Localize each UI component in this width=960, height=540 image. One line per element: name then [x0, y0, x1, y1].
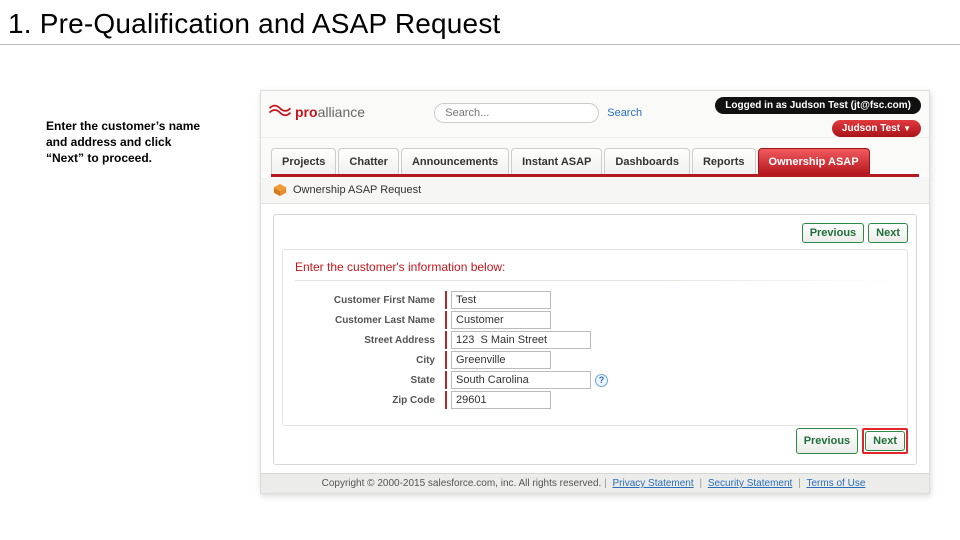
required-bar — [445, 331, 447, 349]
row-zip: Zip Code — [295, 391, 895, 409]
label-city: City — [295, 355, 445, 366]
app-top-bar: proalliance Search Logged in as Judson T… — [261, 91, 929, 137]
required-bar — [445, 391, 447, 409]
user-menu-label: Judson Test — [842, 123, 900, 134]
instruction-text: Enter the customer’s name and address an… — [46, 118, 206, 167]
tab-bar: Projects Chatter Announcements Instant A… — [261, 137, 929, 174]
top-right-group: Logged in as Judson Test (jt@fsc.com) Ju… — [715, 97, 921, 137]
required-bar — [445, 291, 447, 309]
row-first-name: Customer First Name — [295, 291, 895, 309]
next-highlight: Next — [862, 428, 908, 454]
tab-instant-asap[interactable]: Instant ASAP — [511, 148, 602, 174]
row-city: City — [295, 351, 895, 369]
input-first-name[interactable] — [451, 291, 551, 309]
input-street[interactable] — [451, 331, 591, 349]
slide-title: 1. Pre-Qualification and ASAP Request — [0, 0, 960, 45]
form-heading: Enter the customer's information below: — [295, 260, 895, 280]
required-bar — [445, 311, 447, 329]
footer-link-privacy[interactable]: Privacy Statement — [613, 478, 694, 489]
login-status: Logged in as Judson Test (jt@fsc.com) — [715, 97, 921, 114]
logo: proalliance — [269, 97, 365, 120]
footer-copyright: Copyright © 2000-2015 salesforce.com, in… — [322, 478, 602, 489]
search-group: Search — [434, 97, 646, 123]
nav-row-bottom: Previous Next — [282, 426, 908, 460]
logo-text-a: pro — [295, 104, 318, 120]
label-last-name: Customer Last Name — [295, 315, 445, 326]
tab-announcements[interactable]: Announcements — [401, 148, 509, 174]
user-menu[interactable]: Judson Test▼ — [832, 120, 921, 137]
next-button-bottom[interactable]: Next — [865, 431, 905, 451]
footer-link-security[interactable]: Security Statement — [708, 478, 792, 489]
input-last-name[interactable] — [451, 311, 551, 329]
label-street: Street Address — [295, 335, 445, 346]
tab-reports[interactable]: Reports — [692, 148, 756, 174]
logo-text-b: alliance — [318, 104, 365, 120]
input-state[interactable] — [451, 371, 591, 389]
tab-ownership-asap[interactable]: Ownership ASAP — [758, 148, 870, 174]
next-button-top[interactable]: Next — [868, 223, 908, 243]
cube-icon — [273, 183, 287, 197]
logo-text: proalliance — [295, 104, 365, 120]
footer-sep: | — [604, 478, 609, 489]
input-zip[interactable] — [451, 391, 551, 409]
tab-dashboards[interactable]: Dashboards — [604, 148, 690, 174]
label-zip: Zip Code — [295, 395, 445, 406]
footer-sep: | — [699, 478, 702, 489]
required-bar — [445, 351, 447, 369]
divider — [295, 280, 895, 281]
row-state: State ? — [295, 371, 895, 389]
footer: Copyright © 2000-2015 salesforce.com, in… — [261, 473, 929, 493]
row-last-name: Customer Last Name — [295, 311, 895, 329]
app-screenshot: proalliance Search Logged in as Judson T… — [260, 90, 930, 494]
logo-icon — [269, 103, 291, 117]
page-header-title: Ownership ASAP Request — [293, 184, 421, 196]
nav-row-top: Previous Next — [282, 221, 908, 249]
label-state: State — [295, 375, 445, 386]
help-icon[interactable]: ? — [595, 374, 608, 387]
form-panel: Enter the customer's information below: … — [282, 249, 908, 426]
input-city[interactable] — [451, 351, 551, 369]
footer-sep: | — [798, 478, 801, 489]
footer-link-terms[interactable]: Terms of Use — [806, 478, 865, 489]
required-bar — [445, 371, 447, 389]
label-first-name: Customer First Name — [295, 295, 445, 306]
previous-button-top[interactable]: Previous — [802, 223, 864, 243]
previous-button-bottom[interactable]: Previous — [796, 428, 858, 454]
search-input[interactable] — [434, 103, 599, 123]
chevron-down-icon: ▼ — [903, 124, 911, 133]
search-button[interactable]: Search — [603, 107, 646, 119]
tab-chatter[interactable]: Chatter — [338, 148, 399, 174]
main-panel: Previous Next Enter the customer's infor… — [273, 214, 917, 465]
row-street: Street Address — [295, 331, 895, 349]
tab-projects[interactable]: Projects — [271, 148, 336, 174]
page-header: Ownership ASAP Request — [261, 177, 929, 204]
